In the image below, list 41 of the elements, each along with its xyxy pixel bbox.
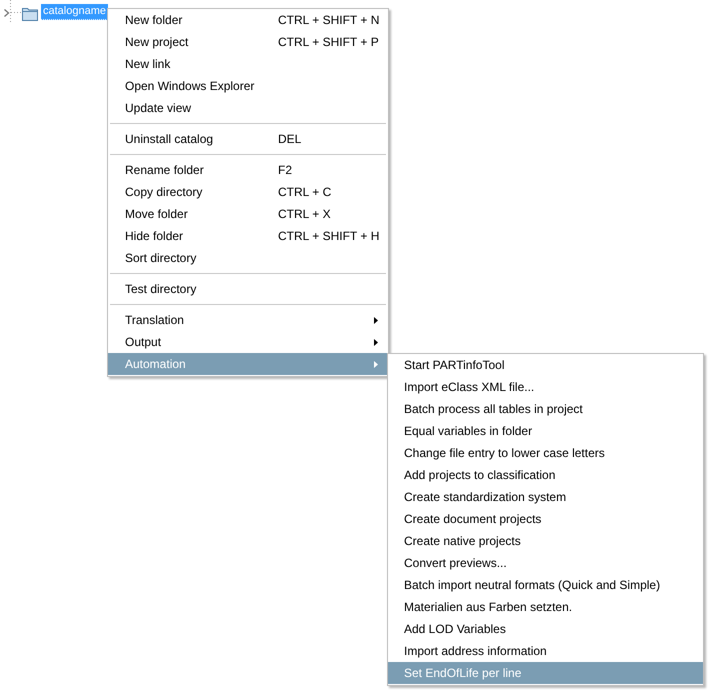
shortcut-text: DEL — [278, 131, 302, 148]
caret-icon — [374, 360, 378, 368]
menu-item[interactable]: Materialien aus Farben setzten. — [388, 596, 703, 618]
menu-item[interactable]: Change file entry to lower case letters — [388, 442, 703, 464]
menu-item[interactable]: Sort directory — [108, 247, 388, 269]
menu-item[interactable]: Create native projects — [388, 530, 703, 552]
menu-item[interactable]: Add projects to classification — [388, 464, 703, 486]
tree-connector — [10, 0, 22, 24]
menu-item[interactable]: Output — [108, 331, 388, 353]
menu-item[interactable]: Equal variables in folder — [388, 420, 703, 442]
folder-icon — [22, 7, 38, 21]
menu-item[interactable]: Start PARTinfoTool — [388, 354, 703, 376]
menu-item[interactable]: Rename folder F2 — [108, 159, 388, 181]
menu-item[interactable]: Import eClass XML file... — [388, 376, 703, 398]
chevron-right-icon[interactable] — [4, 9, 10, 17]
menu-item[interactable]: Hide folder CTRL + SHIFT + H — [108, 225, 388, 247]
menu-item[interactable]: Import address information — [388, 640, 703, 662]
menu-item[interactable]: Add LOD Variables — [388, 618, 703, 640]
menu-item[interactable]: Translation — [108, 309, 388, 331]
menu-item[interactable]: Create document projects — [388, 508, 703, 530]
menu-item[interactable]: New project CTRL + SHIFT + P — [108, 31, 388, 53]
shortcut-text: CTRL + X — [278, 206, 331, 223]
menu-item[interactable]: Update view — [108, 97, 388, 119]
menu-item[interactable]: Open Windows Explorer — [108, 75, 388, 97]
menu-item[interactable]: Copy directory CTRL + C — [108, 181, 388, 203]
menu-item[interactable]: New folder CTRL + SHIFT + N — [108, 9, 388, 31]
menu-item[interactable]: New link — [108, 53, 388, 75]
shortcut-text: CTRL + SHIFT + P — [278, 34, 379, 51]
shortcut-text: CTRL + SHIFT + H — [278, 228, 380, 245]
menu-item[interactable]: Create standardization system — [388, 486, 703, 508]
menu-item[interactable]: Test directory — [108, 278, 388, 300]
menu-item[interactable]: Move folder CTRL + X — [108, 203, 388, 225]
menu-item[interactable]: Convert previews... — [388, 552, 703, 574]
menu-item[interactable]: Batch process all tables in project — [388, 398, 703, 420]
shortcut-text: CTRL + C — [278, 184, 332, 201]
menu-item[interactable]: Uninstall catalog DEL — [108, 128, 388, 150]
shortcut-text: F2 — [278, 162, 292, 179]
caret-icon — [374, 316, 378, 324]
shortcut-text: CTRL + SHIFT + N — [278, 12, 380, 29]
menu-item[interactable]: Batch import neutral formats (Quick and Simple) — [388, 574, 703, 596]
caret-icon — [374, 338, 378, 346]
